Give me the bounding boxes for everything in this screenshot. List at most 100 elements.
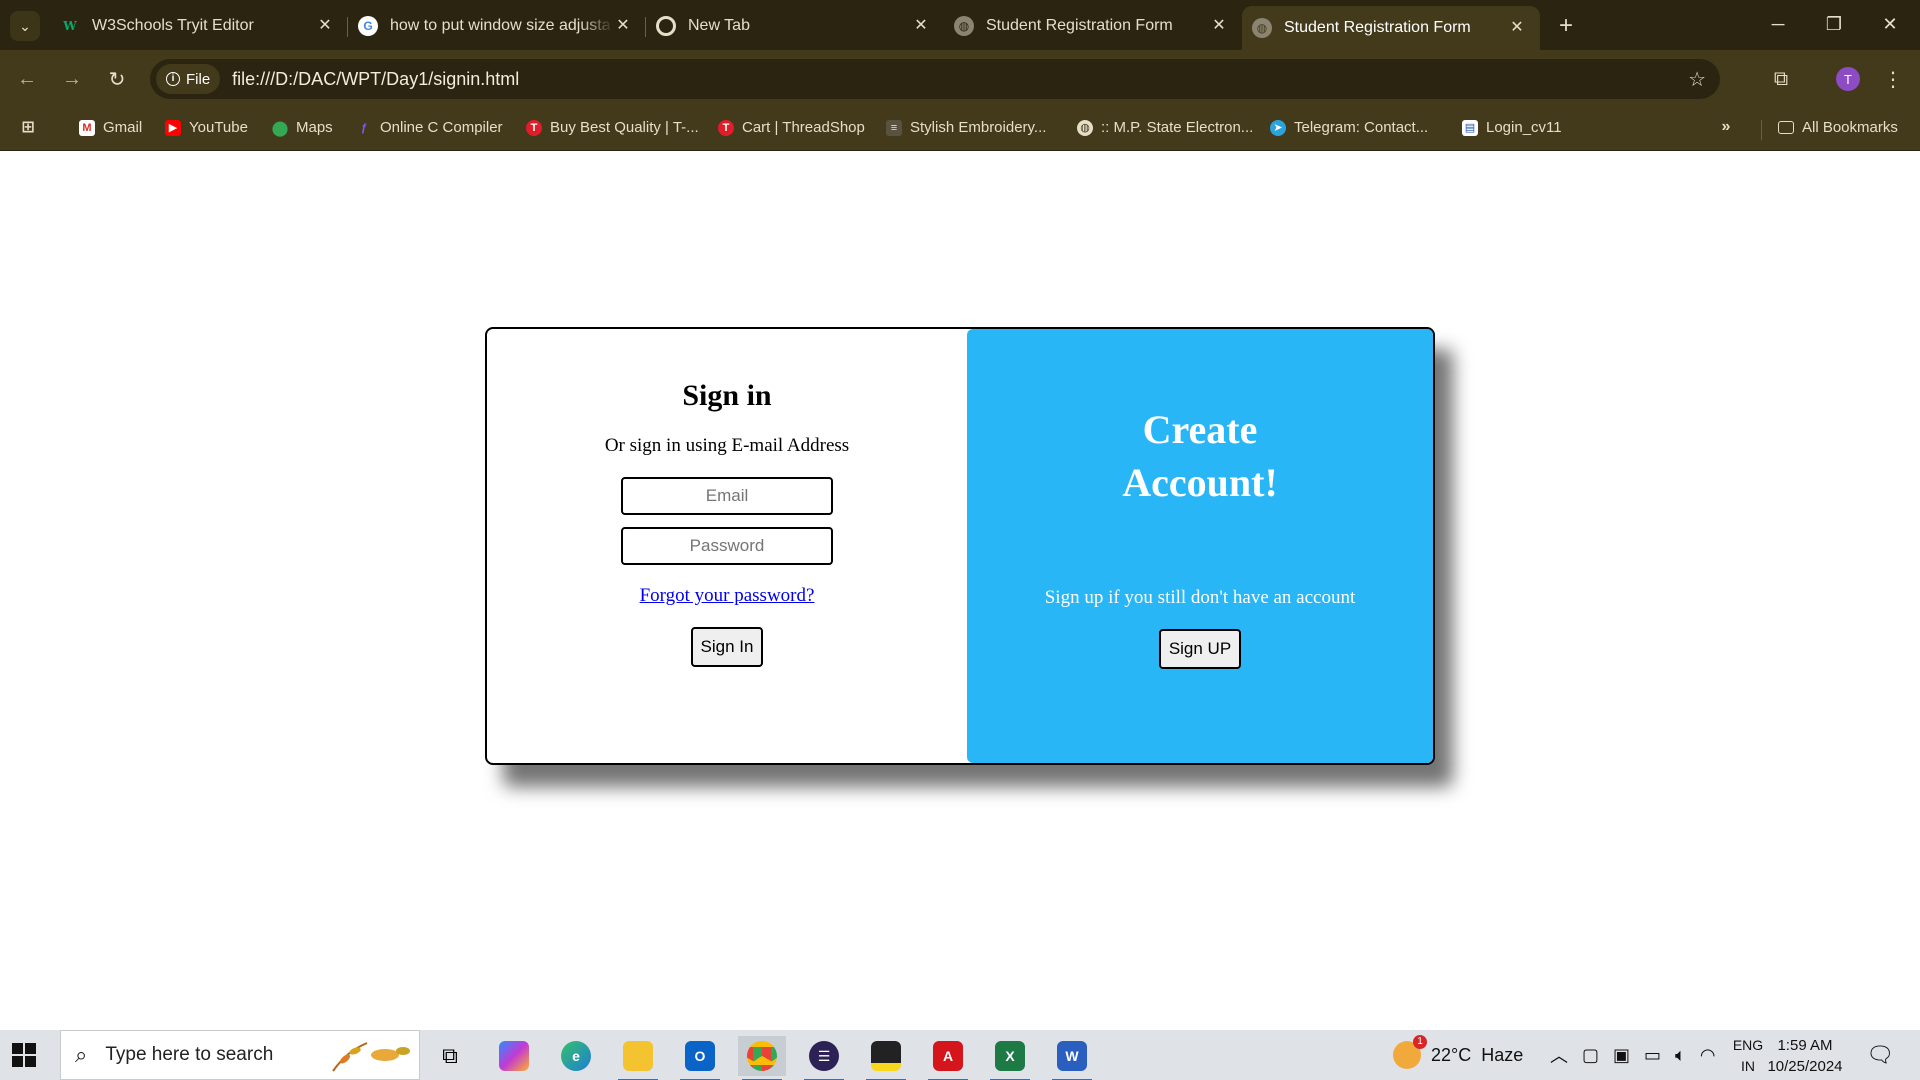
bookmark-login-cv11[interactable]: ▤ Login_cv11 bbox=[1462, 119, 1562, 136]
task-view-button[interactable]: ⧉ bbox=[426, 1036, 474, 1076]
tab-new-tab[interactable]: New Tab ✕ bbox=[646, 6, 944, 46]
bookmarks-overflow-button[interactable]: » bbox=[1718, 118, 1734, 135]
tab-student-registration[interactable]: ◍ Student Registration Form ✕ bbox=[944, 6, 1242, 46]
bookmark-buy-best-quality[interactable]: T Buy Best Quality | T-... bbox=[526, 119, 699, 136]
restore-button[interactable]: ❐ bbox=[1806, 0, 1862, 48]
threadshop-icon: T bbox=[718, 119, 734, 136]
notification-center-button[interactable]: 🗨︎ bbox=[1866, 1030, 1894, 1080]
folder-icon bbox=[623, 1041, 653, 1071]
minimize-icon: ─ bbox=[1771, 13, 1785, 34]
tab-student-registration-active[interactable]: ◍ Student Registration Form ✕ bbox=[1242, 6, 1540, 50]
windows-start-button[interactable] bbox=[12, 1043, 36, 1067]
back-button[interactable]: ← bbox=[12, 64, 42, 94]
password-input[interactable] bbox=[621, 527, 833, 565]
restore-icon: ❐ bbox=[1825, 13, 1843, 34]
kebab-menu-icon[interactable]: ⋮ bbox=[1878, 64, 1908, 94]
tab-close-icon[interactable]: ✕ bbox=[912, 17, 930, 35]
edge-icon: e bbox=[561, 1041, 591, 1071]
sticky-notes-icon bbox=[871, 1041, 901, 1071]
bookmark-star-icon[interactable]: ☆ bbox=[1688, 67, 1706, 92]
bookmark-maps[interactable]: ⬤ Maps bbox=[272, 119, 333, 137]
taskbar-clock[interactable]: 1:59 AM 10/25/2024 bbox=[1760, 1035, 1850, 1077]
bookmark-telegram[interactable]: ➤ Telegram: Contact... bbox=[1270, 119, 1428, 136]
bookmark-label: Telegram: Contact... bbox=[1294, 119, 1429, 136]
site-info-chip[interactable]: i File bbox=[156, 64, 221, 94]
tab-list: W W3Schools Tryit Editor ✕ G how to put … bbox=[50, 6, 1586, 50]
telegram-icon: ➤ bbox=[1270, 119, 1286, 136]
compiler-icon: ƒ bbox=[360, 121, 368, 134]
apps-button[interactable]: ⊞ bbox=[20, 119, 36, 136]
bookmark-label: YouTube bbox=[189, 119, 248, 136]
all-bookmarks-button[interactable]: All Bookmarks bbox=[1778, 119, 1898, 136]
chevron-up-icon[interactable]: ︿ bbox=[1550, 1042, 1568, 1068]
address-bar[interactable]: i File file:///D:/DAC/WPT/Day1/signin.ht… bbox=[150, 59, 1720, 99]
bookmark-threadshop[interactable]: T Cart | ThreadShop bbox=[718, 119, 865, 136]
globe-icon: ◍ bbox=[1077, 119, 1093, 136]
tab-strip: ⌄ W W3Schools Tryit Editor ✕ G how to pu… bbox=[0, 0, 1920, 50]
taskbar-search-box[interactable]: ⌕ Type here to search bbox=[60, 1030, 420, 1080]
tab-close-icon[interactable]: ✕ bbox=[1210, 17, 1228, 35]
tab-close-icon[interactable]: ✕ bbox=[316, 17, 334, 35]
tab-title: Student Registration Form bbox=[1284, 19, 1471, 36]
forward-button[interactable]: → bbox=[57, 64, 87, 94]
sign-in-button[interactable]: Sign In bbox=[690, 627, 764, 667]
bookmark-stylish-embroidery[interactable]: ≡ Stylish Embroidery... bbox=[886, 119, 1046, 136]
profile-button[interactable]: T bbox=[1833, 64, 1863, 94]
taskbar-edge[interactable]: e bbox=[552, 1036, 600, 1076]
taskbar-file-explorer[interactable] bbox=[614, 1036, 662, 1080]
tab-google-search[interactable]: G how to put window size adjusta ✕ bbox=[348, 6, 646, 46]
wifi-icon[interactable]: ◠ bbox=[1700, 1045, 1716, 1066]
bookmark-mp-state-electron[interactable]: ◍ :: M.P. State Electron... bbox=[1077, 119, 1253, 136]
close-window-button[interactable]: ✕ bbox=[1862, 0, 1918, 48]
taskbar-word[interactable]: W bbox=[1048, 1036, 1096, 1080]
windows-logo-icon bbox=[25, 1043, 36, 1054]
google-icon: G bbox=[358, 16, 378, 36]
weather-alert-badge: 1 bbox=[1413, 1035, 1427, 1049]
reload-button[interactable]: ↻ bbox=[102, 64, 132, 94]
bookmark-label: Gmail bbox=[103, 119, 143, 136]
bookmark-youtube[interactable]: ▶ YouTube bbox=[165, 119, 248, 136]
windows-taskbar: ⌕ Type here to search ⧉ e O ☰ A X W 1 22… bbox=[0, 1030, 1920, 1080]
tab-w3schools[interactable]: W W3Schools Tryit Editor ✕ bbox=[50, 6, 348, 46]
security-icon[interactable]: ▣ bbox=[1613, 1045, 1630, 1066]
reload-icon: ↻ bbox=[108, 68, 126, 91]
meet-now-icon[interactable]: ▢ bbox=[1582, 1045, 1599, 1066]
tab-title: New Tab bbox=[688, 17, 750, 34]
bookmark-label: Login_cv11 bbox=[1486, 119, 1562, 136]
url-text[interactable]: file:///D:/DAC/WPT/Day1/signin.html bbox=[232, 69, 519, 90]
create-account-subtext: Sign up if you still don't have an accou… bbox=[1044, 587, 1356, 608]
minimize-button[interactable]: ─ bbox=[1750, 0, 1806, 48]
email-input[interactable] bbox=[621, 477, 833, 515]
autumn-leaves-icon bbox=[332, 1042, 410, 1072]
info-icon: i bbox=[166, 72, 180, 86]
taskbar-copilot[interactable] bbox=[490, 1036, 538, 1076]
bookmark-gmail[interactable]: M Gmail bbox=[79, 119, 142, 136]
close-icon: ✕ bbox=[1882, 13, 1898, 34]
taskbar-acrobat[interactable]: A bbox=[924, 1036, 972, 1080]
new-tab-button[interactable]: + bbox=[1546, 6, 1586, 46]
sign-up-button[interactable]: Sign UP bbox=[1158, 629, 1242, 669]
forgot-password-link[interactable]: Forgot your password? bbox=[640, 585, 815, 607]
extensions-icon[interactable]: ⧉ bbox=[1766, 64, 1796, 94]
bookmark-label: Cart | ThreadShop bbox=[742, 119, 865, 136]
tab-close-icon[interactable]: ✕ bbox=[1508, 19, 1526, 37]
taskbar-search-placeholder: Type here to search bbox=[105, 1044, 274, 1065]
site-info-label: File bbox=[186, 70, 211, 88]
signin-panel: Sign in Or sign in using E-mail Address … bbox=[487, 329, 967, 763]
battery-icon[interactable]: ▭ bbox=[1644, 1045, 1661, 1066]
weather-widget[interactable]: 1 22°C Haze bbox=[1393, 1030, 1523, 1080]
tab-title: Student Registration Form bbox=[986, 17, 1173, 34]
create-account-heading: Create Account! bbox=[1122, 407, 1278, 505]
taskbar-chrome[interactable] bbox=[738, 1036, 786, 1080]
bookmark-online-c-compiler[interactable]: ƒ Online C Compiler bbox=[356, 119, 503, 136]
taskbar-sticky-notes[interactable] bbox=[862, 1036, 910, 1080]
tab-search-button[interactable]: ⌄ bbox=[10, 11, 40, 41]
tab-close-icon[interactable]: ✕ bbox=[614, 17, 632, 35]
volume-icon[interactable]: 🔈︎ bbox=[1675, 1045, 1686, 1066]
taskbar-eclipse[interactable]: ☰ bbox=[800, 1036, 848, 1080]
copilot-icon bbox=[499, 1041, 529, 1071]
taskbar-excel[interactable]: X bbox=[986, 1036, 1034, 1080]
double-chevron-right-icon: » bbox=[1721, 118, 1731, 135]
globe-icon: ◍ bbox=[1252, 18, 1272, 38]
taskbar-outlook[interactable]: O bbox=[676, 1036, 724, 1080]
